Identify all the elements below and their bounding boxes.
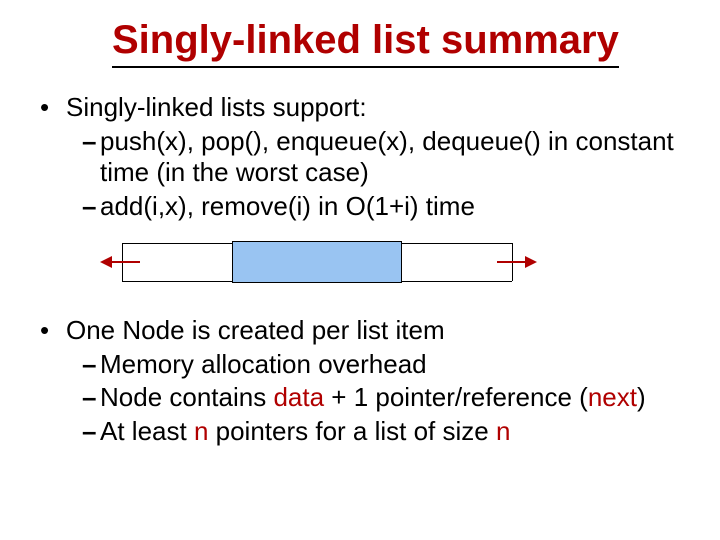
diagram-line <box>122 281 232 282</box>
slide-title: Singly-linked list summary <box>112 18 619 68</box>
diagram-line <box>122 243 232 244</box>
diagram-arrow <box>110 261 140 263</box>
text: pointers for a list of size <box>208 416 496 446</box>
keyword-next: next <box>588 382 637 412</box>
slide: Singly-linked list summary Singly-linked… <box>0 0 720 540</box>
arrow-left-icon <box>100 256 112 268</box>
text: + 1 pointer/reference ( <box>324 382 588 412</box>
subbullet-ops-constant: push(x), pop(), enqueue(x), dequeue() in… <box>40 126 680 189</box>
subbullet-mem-overhead: Memory allocation overhead <box>40 349 680 381</box>
text: At least <box>100 416 194 446</box>
bullet-support: Singly-linked lists support: <box>40 92 680 124</box>
subbullet-node-contents: Node contains data + 1 pointer/reference… <box>40 382 680 414</box>
subbullet-n-pointers: At least n pointers for a list of size n <box>40 416 680 448</box>
bullet-node: One Node is created per list item <box>40 315 680 347</box>
text: ) <box>637 382 646 412</box>
arrow-right-icon <box>525 256 537 268</box>
slide-body: Singly-linked lists support: push(x), po… <box>40 92 680 448</box>
diagram-arrow <box>497 261 527 263</box>
diagram-list-box <box>232 241 402 283</box>
keyword-n: n <box>194 416 208 446</box>
subbullet-ops-linear: add(i,x), remove(i) in O(1+i) time <box>40 191 680 223</box>
diagram-line <box>402 281 512 282</box>
list-diagram <box>102 243 532 293</box>
diagram-line <box>402 243 512 244</box>
keyword-data: data <box>273 382 324 412</box>
keyword-n: n <box>496 416 510 446</box>
text: Node contains <box>100 382 273 412</box>
